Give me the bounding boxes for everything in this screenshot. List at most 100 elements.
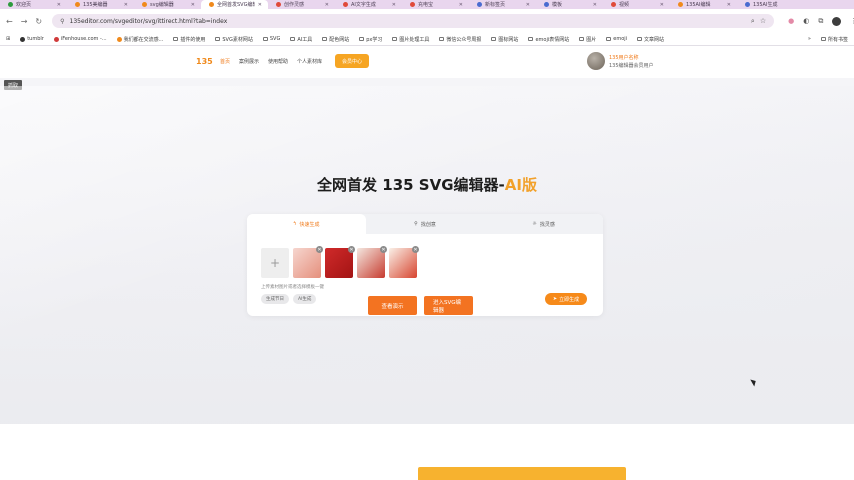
user-profile[interactable]: 135用户名称 135编辑器会员用户 <box>587 52 654 70</box>
upload-image-button[interactable]: + <box>261 248 289 278</box>
tab-quick-generate[interactable]: ϟ 快速生成 <box>247 214 366 234</box>
tab-find-inspiration[interactable]: ☼ 找灵感 <box>484 214 603 234</box>
nav-item-cases[interactable]: 案例展示 <box>239 58 259 65</box>
bookmark-label: 图片处理工具 <box>399 36 430 43</box>
bookmark-folder[interactable]: emoji表情网站 <box>528 36 569 43</box>
bookmark-folder[interactable]: px学习 <box>359 36 382 43</box>
bookmark-folder[interactable]: 图片 <box>579 36 596 43</box>
nav-item-help[interactable]: 使用帮助 <box>268 58 288 65</box>
folder-icon <box>322 37 328 41</box>
zoom-icon[interactable]: ⌕ <box>751 17 755 26</box>
bookmark-item[interactable]: tumblr <box>20 36 44 42</box>
nav-item-home[interactable]: 首页 <box>220 58 230 65</box>
browser-tab[interactable]: 135AI生成 <box>737 0 787 9</box>
generate-button[interactable]: ➤ 立即生成 <box>545 293 587 305</box>
bookmark-folder[interactable]: emoji <box>606 36 627 42</box>
bookmark-folder[interactable]: AI工具 <box>290 36 312 43</box>
tab-close-icon[interactable]: ✕ <box>325 2 329 8</box>
browser-tab[interactable]: svg编辑器 ✕ <box>134 0 201 9</box>
folder-icon <box>290 37 296 41</box>
browser-tab-strip: 欢迎页 ✕ 135美编器 ✕ svg编辑器 ✕ 全网首发SVG编辑器✕ 创作灵感✕ A… <box>0 0 854 9</box>
user-text: 135用户名称 135编辑器会员用户 <box>609 54 654 69</box>
back-icon[interactable]: ← <box>6 17 13 26</box>
folder-icon <box>173 37 179 41</box>
shield-icon[interactable]: ◐ <box>803 17 809 25</box>
tab-close-icon[interactable]: ✕ <box>57 2 61 8</box>
bookmark-folder[interactable]: 图标网站 <box>491 36 518 43</box>
tab-close-icon[interactable]: ✕ <box>124 2 128 8</box>
member-center-button[interactable]: 会员中心 <box>335 54 369 68</box>
extension-icon[interactable]: ● <box>788 17 794 25</box>
tab-label: 欢迎页 <box>16 2 32 8</box>
tab-close-icon[interactable]: ✕ <box>258 2 262 8</box>
tab-favicon-icon <box>745 2 750 7</box>
browser-tab[interactable]: 135AI编辑 ✕ <box>670 0 737 9</box>
browser-tab[interactable]: 创作灵感 ✕ <box>268 0 335 9</box>
site-logo[interactable]: 135 <box>196 57 213 66</box>
chevron-right-icon[interactable]: » <box>808 36 811 42</box>
chip-option[interactable]: AI生成 <box>293 294 317 304</box>
browser-tab[interactable]: 模板 ✕ <box>536 0 603 9</box>
enter-editor-button[interactable]: 进入SVG编辑器 <box>424 296 473 315</box>
url-text[interactable]: 135editor.com/svgeditor/svg/ittirect.htm… <box>70 18 746 25</box>
folder-icon <box>528 37 534 41</box>
browser-tab[interactable]: 欢迎页 ✕ <box>0 0 67 9</box>
bookmarks-bar: ⊞ tumblr iFenhouse.com -... 我们都在交流感... 插… <box>0 33 854 46</box>
tab-close-icon[interactable]: ✕ <box>593 2 597 8</box>
remove-icon[interactable]: ✕ <box>380 246 387 253</box>
bookmark-star-icon[interactable]: ☆ <box>760 17 766 25</box>
remove-icon[interactable]: ✕ <box>412 246 419 253</box>
profile-avatar-icon[interactable] <box>832 16 842 26</box>
bookmark-label: 插件的使用 <box>180 36 206 43</box>
bookmark-folder[interactable]: 文章网站 <box>637 36 664 43</box>
bookmark-item[interactable]: 我们都在交流感... <box>116 36 163 43</box>
tab-favicon-icon <box>343 2 348 7</box>
site-info-icon[interactable]: ⚲ <box>60 18 64 25</box>
tab-label: 135美编器 <box>83 2 108 8</box>
browser-tab[interactable]: 视频 ✕ <box>603 0 670 9</box>
all-bookmarks[interactable]: 所有书签 <box>820 36 848 43</box>
bookmark-folder[interactable]: SVG素材网站 <box>215 36 253 43</box>
folder-icon <box>491 37 497 41</box>
tab-close-icon[interactable]: ✕ <box>660 2 664 8</box>
nav-item-library[interactable]: 个人素材库 <box>297 58 322 65</box>
view-demo-button[interactable]: 查看演示 <box>368 296 417 315</box>
apps-grid-icon[interactable]: ⊞ <box>6 36 10 42</box>
bookmark-folder[interactable]: SVG <box>262 36 280 42</box>
forward-icon[interactable]: → <box>21 17 28 26</box>
tab-close-icon[interactable]: ✕ <box>526 2 530 8</box>
image-thumbnail[interactable]: ✕ <box>389 246 419 278</box>
bookmarks-overflow: » 所有书签 <box>808 36 848 43</box>
tab-find-ideas[interactable]: ⚲ 找创意 <box>366 214 485 234</box>
hero-title-main: 全网首发 135 SVG编辑器- <box>317 176 505 194</box>
browser-tab[interactable]: 充电宝 ✕ <box>402 0 469 9</box>
browser-tab[interactable]: 135美编器 ✕ <box>67 0 134 9</box>
tab-close-icon[interactable]: ✕ <box>191 2 195 8</box>
toolbar-icons: ● ◐ ⧉ ⋮ <box>788 16 854 26</box>
tab-label: svg编辑器 <box>150 2 174 8</box>
avatar[interactable] <box>587 52 605 70</box>
remove-icon[interactable]: ✕ <box>348 246 355 253</box>
bookmark-folder[interactable]: 插件的使用 <box>173 36 205 43</box>
hero-title: 全网首发 135 SVG编辑器-AI版 <box>0 174 854 195</box>
chip-option[interactable]: 生成节日 <box>261 294 289 304</box>
browser-tab[interactable]: 新标签页 ✕ <box>469 0 536 9</box>
browser-tab-active[interactable]: 全网首发SVG编辑器✕ <box>201 0 268 9</box>
bookmark-label: SVG素材网站 <box>222 36 253 43</box>
tab-close-icon[interactable]: ✕ <box>392 2 396 8</box>
bookmark-folder[interactable]: 图片处理工具 <box>392 36 429 43</box>
image-thumbnail[interactable]: ✕ <box>293 246 323 278</box>
image-thumbnail[interactable]: ✕ <box>325 246 355 278</box>
menu-kebab-icon[interactable]: ⋮ <box>850 17 854 25</box>
bookmark-folder[interactable]: 配色网站 <box>322 36 349 43</box>
bookmark-folder[interactable]: 微信公众号周报 <box>439 36 481 43</box>
reload-icon[interactable]: ↻ <box>35 17 42 26</box>
address-bar[interactable]: ⚲ 135editor.com/svgeditor/svg/ittirect.h… <box>52 14 775 28</box>
bookmark-item[interactable]: iFenhouse.com -... <box>53 36 107 42</box>
extensions-puzzle-icon[interactable]: ⧉ <box>818 17 823 26</box>
browser-tab[interactable]: AI文字生成 ✕ <box>335 0 402 9</box>
tab-close-icon[interactable]: ✕ <box>727 2 731 8</box>
image-thumbnail[interactable]: ✕ <box>357 246 387 278</box>
tab-close-icon[interactable]: ✕ <box>459 2 463 8</box>
remove-icon[interactable]: ✕ <box>316 246 323 253</box>
